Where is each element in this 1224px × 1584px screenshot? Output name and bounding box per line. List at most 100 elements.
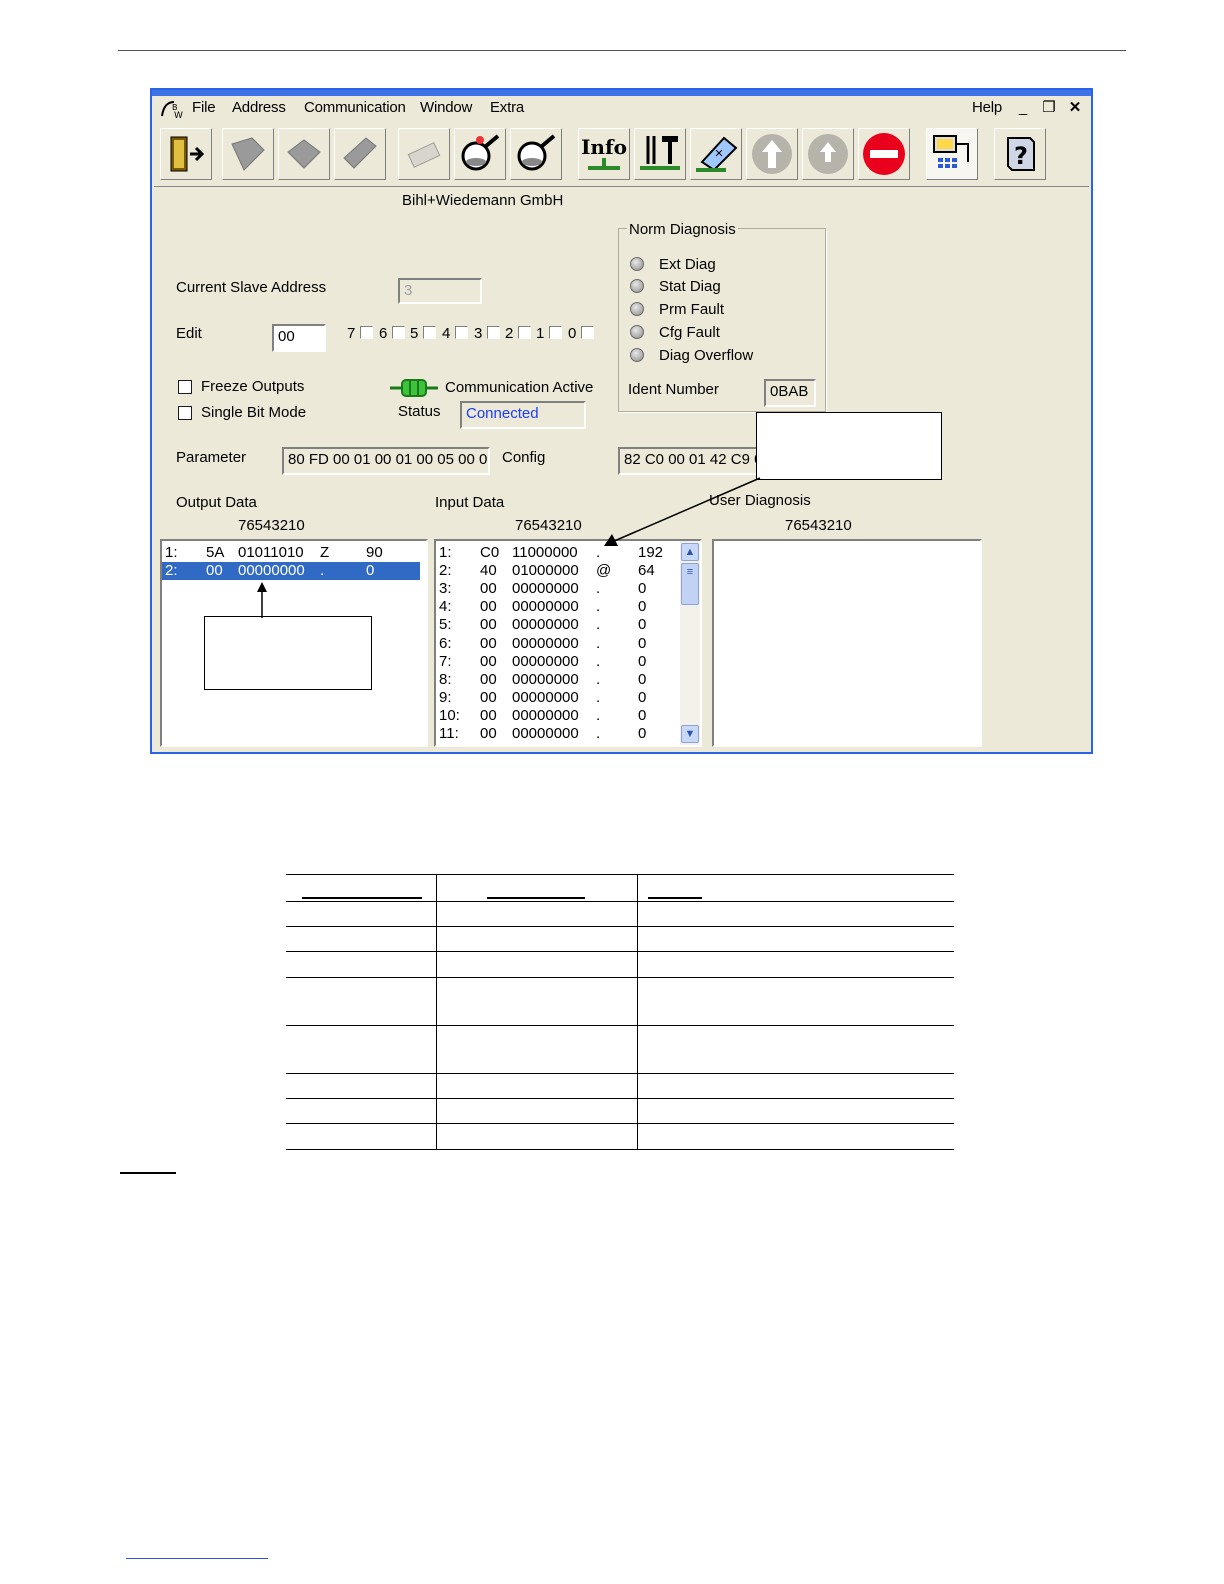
bit-5-checkbox[interactable] — [423, 326, 436, 339]
help-button[interactable]: ? — [994, 128, 1046, 180]
table-row[interactable]: 6: 00 00000000. 0 — [436, 635, 676, 653]
status-field: Connected — [460, 401, 586, 429]
bit-4-checkbox[interactable] — [455, 326, 468, 339]
table-row[interactable]: 10: 00 00000000. 0 — [436, 707, 676, 725]
info-button[interactable]: Info — [578, 128, 630, 180]
bit-3-checkbox[interactable] — [487, 326, 500, 339]
table-cell — [637, 1073, 954, 1099]
user-diagnosis-list[interactable] — [712, 539, 982, 747]
tool-button-4[interactable] — [398, 128, 450, 180]
table-row-selected[interactable]: 2: 00 00000000 . 0 — [162, 562, 420, 580]
bit-2-checkbox[interactable] — [518, 326, 531, 339]
table-cell — [637, 1025, 954, 1074]
annotation-box-output — [204, 616, 372, 690]
ident-number-field: 0BAB — [764, 379, 816, 407]
row-binary: 00000000 — [512, 670, 579, 688]
row-binary: 01011010 — [238, 544, 304, 561]
table-row[interactable]: 1: 5A 01011010 Z 90 — [162, 544, 420, 562]
footer-link-underline[interactable] — [126, 1558, 268, 1559]
freeze-outputs-label: Freeze Outputs — [201, 378, 305, 395]
table-cell — [436, 977, 638, 1026]
menu-file[interactable]: File — [192, 99, 216, 116]
table-row[interactable]: 4: 00 00000000. 0 — [436, 598, 676, 616]
table-row[interactable]: 3: 00 00000000. 0 — [436, 580, 676, 598]
minimize-icon[interactable]: _ — [1012, 98, 1034, 117]
bit-6-checkbox[interactable] — [392, 326, 405, 339]
exit-button[interactable] — [160, 128, 212, 180]
input-data-label: Input Data — [435, 494, 505, 511]
row-binary: 01000000 — [512, 562, 579, 580]
row-binary: 00000000 — [512, 616, 579, 634]
row-hex: 5A — [206, 544, 225, 561]
close-icon[interactable]: ✕ — [1064, 98, 1086, 117]
row-decimal: 0 — [638, 616, 647, 634]
input-data-list[interactable]: 1: C0 11000000. 192 2: 40 01000000 @64 3: 00 00000… — [434, 539, 702, 747]
row-char: . — [320, 562, 325, 579]
monitor-button[interactable] — [690, 128, 742, 180]
row-binary: 00000000 — [512, 634, 579, 652]
stop-button[interactable] — [858, 128, 910, 180]
network-button[interactable] — [926, 128, 978, 180]
tool-button-2[interactable] — [278, 128, 330, 180]
menu-address[interactable]: Address — [232, 99, 286, 116]
arrow-up-button-2[interactable] — [802, 128, 854, 180]
scroll-thumb[interactable]: ≡ — [681, 563, 699, 605]
search-button-2[interactable] — [510, 128, 562, 180]
input-data-scrollbar[interactable]: ▲ ≡ ▼ — [680, 541, 700, 745]
tools-button[interactable] — [634, 128, 686, 180]
table-cell — [637, 1123, 954, 1150]
table-row[interactable]: 9: 00 00000000. 0 — [436, 689, 676, 707]
row-binary: 00000000 — [512, 598, 579, 616]
scroll-down-icon[interactable]: ▼ — [681, 725, 699, 743]
edit-field[interactable]: 00 — [272, 324, 326, 352]
row-decimal: 0 — [638, 670, 647, 688]
menu-extra[interactable]: Extra — [490, 99, 524, 116]
row-decimal: 0 — [638, 725, 647, 742]
annotation-arrow-diagonal-icon — [604, 477, 761, 546]
bit-3-label: 3 — [474, 325, 483, 342]
restore-icon[interactable]: ❐ — [1038, 98, 1060, 117]
disabled-module-icon — [231, 137, 265, 171]
bit-5-label: 5 — [410, 325, 419, 342]
current-slave-label: Current Slave Address — [176, 279, 327, 296]
row-hex: 00 — [480, 725, 497, 742]
row-hex: 00 — [480, 670, 497, 688]
single-bit-mode-checkbox[interactable] — [178, 406, 192, 420]
toolbar: Info ? — [154, 124, 1089, 187]
table-row[interactable]: 5: 00 00000000. 0 — [436, 616, 676, 634]
bit-1-checkbox[interactable] — [549, 326, 562, 339]
row-char: . — [596, 634, 601, 652]
menu-help[interactable]: Help — [972, 99, 1002, 116]
bit-2-label: 2 — [505, 325, 514, 342]
communication-active-label: Communication Active — [445, 379, 594, 396]
row-index: 8: — [439, 670, 452, 688]
bit-7-checkbox[interactable] — [360, 326, 373, 339]
table-row[interactable]: 8: 00 00000000. 0 — [436, 671, 676, 689]
row-hex: 00 — [480, 652, 497, 670]
row-char: . — [596, 725, 601, 742]
row-decimal: 0 — [638, 580, 647, 598]
search-button-1[interactable] — [454, 128, 506, 180]
row-hex: 40 — [480, 562, 497, 580]
app-logo-icon[interactable]: BW — [160, 98, 184, 121]
table-cell — [286, 901, 437, 927]
company-name: Bihl+Wiedemann GmbH — [402, 192, 564, 209]
menu-communication[interactable]: Communication — [304, 99, 406, 116]
table-header-cell — [436, 874, 638, 902]
magnifier-icon — [517, 134, 556, 171]
table-row[interactable]: 11: 00 00000000. 0 — [436, 725, 676, 743]
freeze-outputs-checkbox[interactable] — [178, 380, 192, 394]
arrow-up-button-1[interactable] — [746, 128, 798, 180]
tool-button-3[interactable] — [334, 128, 386, 180]
tool-button-1[interactable] — [222, 128, 274, 180]
menu-window[interactable]: Window — [420, 99, 472, 116]
diag-overflow-led-icon — [630, 348, 644, 362]
table-row[interactable]: 7: 00 00000000. 0 — [436, 653, 676, 671]
table-cell — [637, 926, 954, 952]
status-label: Status — [398, 403, 441, 420]
table-row[interactable]: 2: 40 01000000 @64 — [436, 562, 676, 580]
row-decimal: 0 — [638, 706, 647, 724]
bit-0-checkbox[interactable] — [581, 326, 594, 339]
row-index: 3: — [439, 580, 452, 598]
menu-bar: BW File Address Communication Window Ext… — [154, 96, 1089, 121]
